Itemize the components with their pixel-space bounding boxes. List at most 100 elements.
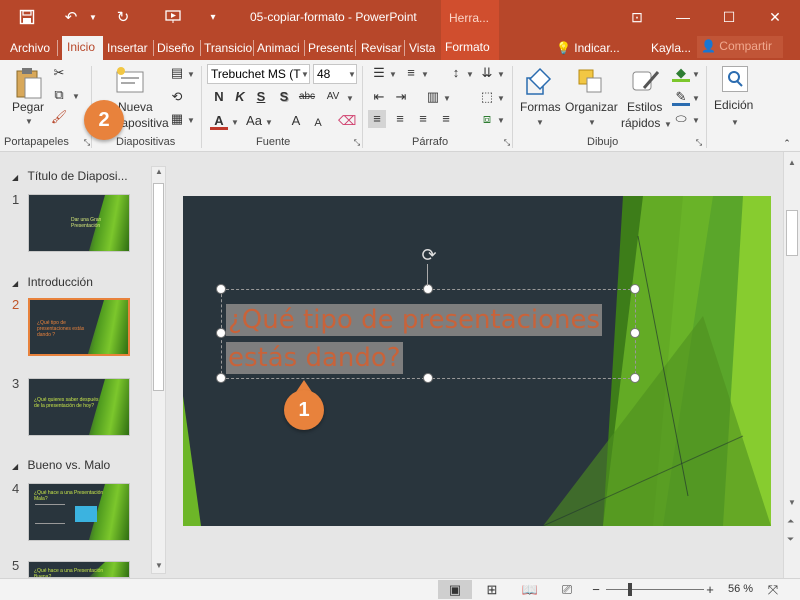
zoom-out-icon[interactable]: −: [587, 581, 605, 599]
case-dropdown-icon[interactable]: ▼: [265, 118, 273, 127]
shadow-button[interactable]: S: [275, 88, 293, 106]
shape-outline-icon[interactable]: ✎: [672, 88, 690, 106]
layout-icon[interactable]: ▤: [168, 64, 186, 82]
paste-dropdown-icon[interactable]: ▼: [25, 117, 33, 126]
quick-styles-dropdown-icon[interactable]: ▼: [664, 120, 672, 129]
align-text-dropdown-icon[interactable]: ▼: [497, 94, 505, 103]
shape-effects-icon[interactable]: ⬭: [672, 110, 690, 128]
bold-button[interactable]: N: [210, 88, 228, 106]
next-slide-icon[interactable]: ⏷: [787, 534, 794, 545]
numbering-icon[interactable]: ≡: [402, 64, 420, 82]
editor-scroll-up-icon[interactable]: ▲: [788, 158, 796, 167]
reading-view-icon[interactable]: 📖: [521, 581, 539, 599]
tab-presentacion[interactable]: Presenta: [308, 38, 353, 60]
text-direction-icon[interactable]: ⇊: [478, 64, 496, 82]
fit-to-window-icon[interactable]: ⤧: [764, 581, 782, 599]
underline-button[interactable]: S: [252, 88, 270, 106]
resize-handle-t[interactable]: [423, 284, 433, 294]
share-button[interactable]: 👤 Compartir: [697, 36, 783, 58]
align-right-icon[interactable]: ≡: [414, 110, 432, 128]
editor-scrollbar[interactable]: ▲ ▼ ⏶ ⏷: [783, 152, 800, 578]
shapes-icon[interactable]: [524, 66, 556, 98]
bullets-icon[interactable]: ☰: [370, 64, 388, 82]
close-button[interactable]: ✕: [760, 6, 790, 28]
paragraph-launcher-icon[interactable]: ⤡: [498, 134, 516, 152]
redo-icon[interactable]: ↻: [112, 6, 134, 28]
shape-fill-icon[interactable]: ◆: [672, 64, 690, 82]
slide-thumbnail-5[interactable]: ¿Qué hace a una Presentación Buena?: [28, 561, 130, 578]
slideshow-icon[interactable]: [162, 6, 184, 28]
section-header-bueno-malo[interactable]: ◢ Bueno vs. Malo: [12, 458, 110, 472]
quick-styles-label-2[interactable]: rápidos: [621, 116, 660, 130]
quick-styles-icon[interactable]: [630, 66, 662, 98]
layout-dropdown-icon[interactable]: ▼: [187, 70, 195, 79]
italic-button[interactable]: K: [231, 88, 249, 106]
align-text-icon[interactable]: ⬚: [478, 88, 496, 106]
editor-scroll-down-icon[interactable]: ▼: [788, 498, 796, 507]
resize-handle-br[interactable]: [630, 373, 640, 383]
undo-icon[interactable]: ↶: [60, 6, 82, 28]
resize-handle-b[interactable]: [423, 373, 433, 383]
previous-slide-icon[interactable]: ⏶: [787, 516, 794, 527]
slide-thumbnail-4[interactable]: ¿Qué hace a una Presentación Mala?: [28, 483, 130, 541]
font-color-dropdown-icon[interactable]: ▼: [231, 118, 239, 127]
minimize-button[interactable]: —: [668, 6, 698, 28]
scroll-up-icon[interactable]: ▲: [155, 167, 163, 176]
resize-handle-bl[interactable]: [216, 373, 226, 383]
zoom-slider-thumb[interactable]: [628, 583, 632, 596]
new-slide-icon[interactable]: [113, 64, 147, 98]
zoom-level[interactable]: 56 %: [728, 583, 753, 595]
slideshow-view-icon[interactable]: ⎚: [558, 581, 576, 599]
tab-formato[interactable]: Formato: [441, 34, 499, 60]
save-icon[interactable]: [16, 6, 38, 28]
font-size-dropdown-icon[interactable]: ▼: [348, 70, 356, 79]
arrange-icon[interactable]: [575, 66, 607, 98]
resize-handle-tl[interactable]: [216, 284, 226, 294]
line-spacing-icon[interactable]: ↕: [447, 64, 465, 82]
copy-dropdown-icon[interactable]: ▼: [72, 92, 80, 101]
thumbnails-scrollbar[interactable]: ▲ ▼: [151, 166, 166, 574]
paste-button[interactable]: Pegar: [12, 100, 44, 114]
spacing-dropdown-icon[interactable]: ▼: [346, 94, 354, 103]
tab-archivo[interactable]: Archivo: [10, 38, 50, 60]
scroll-thumb[interactable]: [153, 183, 164, 391]
change-case-button[interactable]: Aa: [243, 112, 265, 130]
strikethrough-button[interactable]: abc: [296, 88, 318, 106]
cut-icon[interactable]: ✂: [50, 64, 68, 82]
section-dropdown-icon[interactable]: ▼: [187, 116, 195, 125]
rotate-handle-icon[interactable]: ⟳: [418, 244, 440, 266]
customize-toolbar-icon[interactable]: ▾: [202, 6, 224, 28]
smartart-dropdown-icon[interactable]: ▼: [497, 116, 505, 125]
bullets-dropdown-icon[interactable]: ▼: [389, 70, 397, 79]
section-header-titulo[interactable]: ◢ Título de Diaposi...: [12, 169, 128, 183]
scroll-down-icon[interactable]: ▼: [155, 561, 163, 570]
format-painter-icon[interactable]: 🖌: [50, 108, 68, 126]
align-left-icon[interactable]: ≡: [368, 110, 386, 128]
slide-thumbnail-3[interactable]: ¿Qué quieres saber después de la present…: [28, 378, 130, 436]
slide-thumbnail-2-selected[interactable]: ¿Qué tipo de presentaciones estás dando …: [28, 298, 130, 356]
smartart-icon[interactable]: ⧈: [478, 110, 496, 128]
tab-revisar[interactable]: Revisar: [361, 38, 402, 60]
shapes-button[interactable]: Formas: [520, 100, 561, 114]
new-slide-label-1[interactable]: Nueva: [118, 100, 153, 114]
section-header-introduccion[interactable]: ◢ Introducción: [12, 275, 93, 289]
title-textbox[interactable]: ¿Qué tipo de presentaciones estás dando?: [221, 289, 636, 379]
user-name[interactable]: Kayla...: [651, 38, 691, 60]
editing-dropdown-icon[interactable]: ▼: [731, 118, 739, 127]
grow-font-button[interactable]: A: [287, 112, 305, 130]
shape-effects-dropdown-icon[interactable]: ▼: [692, 116, 700, 125]
find-icon[interactable]: [722, 66, 748, 92]
copy-icon[interactable]: ⧉: [50, 86, 68, 104]
clear-format-icon[interactable]: ⌫: [338, 112, 356, 130]
font-color-icon[interactable]: A: [210, 112, 228, 130]
font-name-dropdown-icon[interactable]: ▼: [301, 70, 309, 79]
tab-insertar[interactable]: Insertar: [107, 38, 151, 60]
collapse-ribbon-icon[interactable]: ⌃: [778, 134, 796, 152]
zoom-in-icon[interactable]: +: [701, 581, 719, 599]
shape-outline-dropdown-icon[interactable]: ▼: [692, 94, 700, 103]
paste-icon[interactable]: [14, 66, 44, 100]
tab-inicio[interactable]: Inicio: [62, 36, 103, 60]
undo-dropdown-icon[interactable]: ▼: [82, 6, 104, 28]
title-line-2[interactable]: estás dando?: [226, 342, 403, 374]
increase-indent-icon[interactable]: ⇥: [392, 88, 410, 106]
